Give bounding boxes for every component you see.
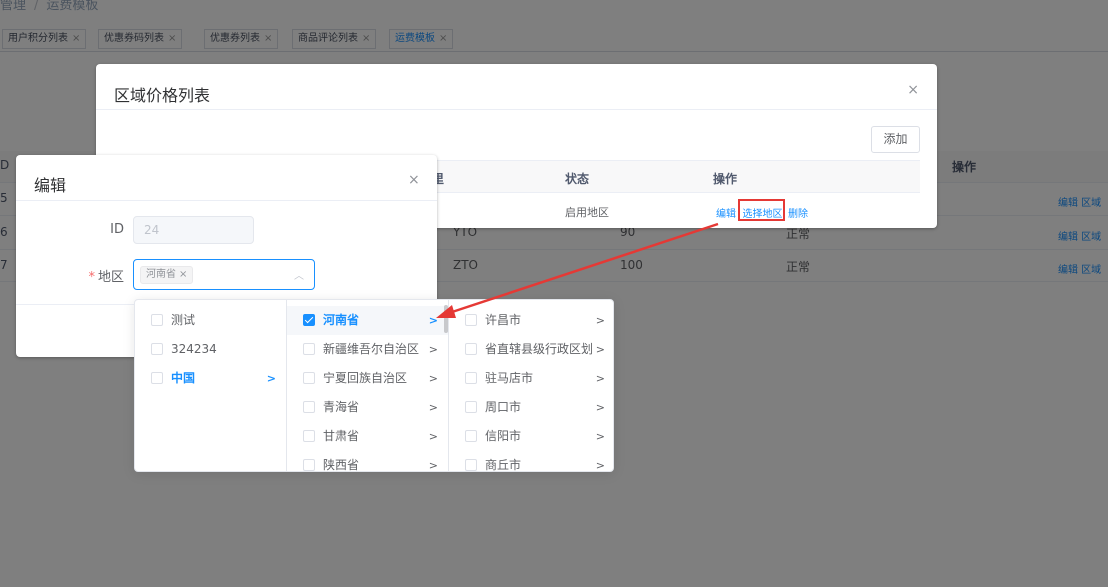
cell-status: 启用地区 bbox=[565, 206, 609, 219]
cascader-option[interactable]: 测试 bbox=[135, 306, 286, 335]
selected-region-tag: 河南省 × bbox=[140, 266, 194, 284]
option-label: 宁夏回族自治区 bbox=[323, 371, 408, 385]
checkbox[interactable] bbox=[151, 314, 163, 326]
cascader-menu-level1: 测试 324234 中国 > bbox=[135, 300, 287, 471]
cascader-option[interactable]: 许昌市 > bbox=[449, 306, 613, 335]
region-label-text: 地区 bbox=[97, 270, 124, 285]
chevron-right-icon: > bbox=[595, 372, 605, 385]
checkbox[interactable] bbox=[303, 372, 315, 384]
chevron-right-icon: > bbox=[428, 401, 438, 414]
cascader-menu-level2: 河南省 > 新疆维吾尔自治区 > 宁夏回族自治区 > 青海省 > 甘肃省 > 陕西省 > bbox=[287, 300, 449, 472]
checkbox[interactable] bbox=[303, 459, 315, 471]
chevron-right-icon: > bbox=[266, 372, 276, 385]
dialog-title: 区域价格列表 bbox=[114, 86, 211, 105]
cascader-option[interactable]: 信阳市 > bbox=[449, 422, 613, 451]
column-header-status: 状态 bbox=[565, 172, 590, 186]
close-icon[interactable]: × bbox=[179, 269, 187, 280]
checkbox[interactable] bbox=[465, 314, 477, 326]
cascader-option[interactable]: 省直辖县级行政区划 > bbox=[449, 335, 613, 364]
dialog-title: 编辑 bbox=[34, 176, 67, 195]
checkbox[interactable] bbox=[303, 401, 315, 413]
add-button[interactable]: 添加 bbox=[871, 126, 920, 153]
annotation-highlight-box bbox=[738, 199, 785, 221]
option-label: 许昌市 bbox=[485, 313, 522, 327]
checkbox[interactable] bbox=[151, 372, 163, 384]
option-label: 青海省 bbox=[323, 400, 360, 414]
cascader-option[interactable]: 宁夏回族自治区 > bbox=[287, 364, 448, 393]
option-label: 新疆维吾尔自治区 bbox=[323, 342, 420, 356]
cascader-option[interactable]: 驻马店市 > bbox=[449, 364, 613, 393]
option-label: 中国 bbox=[171, 371, 196, 385]
region-label: * 地区 bbox=[64, 266, 124, 285]
checkbox[interactable] bbox=[465, 372, 477, 384]
checkbox[interactable] bbox=[465, 401, 477, 413]
chevron-right-icon: > bbox=[428, 372, 438, 385]
chevron-right-icon: > bbox=[595, 343, 605, 356]
option-label: 信阳市 bbox=[485, 429, 522, 443]
cascader-option[interactable]: 陕西省 > bbox=[287, 451, 448, 472]
checkbox-checked[interactable] bbox=[303, 314, 315, 326]
chevron-up-icon[interactable]: ︿ bbox=[294, 267, 304, 282]
cascader-menu-level3: 许昌市 > 省直辖县级行政区划 > 驻马店市 > 周口市 > 信阳市 > 商丘市 > bbox=[449, 300, 613, 472]
cascader-option[interactable]: 周口市 > bbox=[449, 393, 613, 422]
checkbox[interactable] bbox=[151, 343, 163, 355]
option-label: 周口市 bbox=[485, 400, 522, 414]
divider bbox=[96, 109, 937, 110]
checkbox[interactable] bbox=[465, 343, 477, 355]
option-label: 324234 bbox=[171, 342, 217, 356]
cascader-option[interactable]: 商丘市 > bbox=[449, 451, 613, 472]
checkbox[interactable] bbox=[465, 459, 477, 471]
cascader-option[interactable]: 新疆维吾尔自治区 > bbox=[287, 335, 448, 364]
chevron-right-icon: > bbox=[428, 459, 438, 472]
chevron-right-icon: > bbox=[428, 314, 438, 327]
tag-label: 河南省 bbox=[146, 269, 176, 280]
id-label: ID bbox=[110, 222, 124, 237]
cascader-dropdown: 测试 324234 中国 > 河南省 > 新疆维吾尔自治区 > 宁夏回族自治区 > 青海… bbox=[134, 299, 614, 472]
chevron-right-icon: > bbox=[428, 430, 438, 443]
chevron-right-icon: > bbox=[595, 314, 605, 327]
column-header-ops: 操作 bbox=[713, 172, 738, 186]
option-label: 测试 bbox=[171, 313, 196, 327]
checkbox[interactable] bbox=[303, 430, 315, 442]
close-icon[interactable]: × bbox=[408, 172, 420, 188]
scrollbar[interactable] bbox=[444, 305, 448, 333]
cascader-option-henan[interactable]: 河南省 > bbox=[287, 306, 448, 335]
cascader-option[interactable]: 324234 bbox=[135, 335, 286, 364]
checkbox[interactable] bbox=[465, 430, 477, 442]
option-label: 驻马店市 bbox=[485, 371, 534, 385]
option-label: 河南省 bbox=[323, 313, 360, 327]
cascader-option[interactable]: 甘肃省 > bbox=[287, 422, 448, 451]
option-label: 陕西省 bbox=[323, 458, 360, 472]
edit-link[interactable]: 编辑 bbox=[716, 209, 736, 220]
cascader-option[interactable]: 青海省 > bbox=[287, 393, 448, 422]
chevron-right-icon: > bbox=[595, 459, 605, 472]
chevron-right-icon: > bbox=[428, 343, 438, 356]
region-cascader-input[interactable]: 河南省 × ︿ bbox=[133, 259, 315, 290]
option-label: 省直辖县级行政区划 bbox=[485, 342, 594, 356]
chevron-right-icon: > bbox=[595, 430, 605, 443]
id-input bbox=[133, 216, 254, 244]
required-mark: * bbox=[88, 270, 95, 285]
divider bbox=[16, 200, 437, 201]
cascader-option-china[interactable]: 中国 > bbox=[135, 364, 286, 393]
option-label: 商丘市 bbox=[485, 458, 522, 472]
option-label: 甘肃省 bbox=[323, 429, 360, 443]
chevron-right-icon: > bbox=[595, 401, 605, 414]
delete-link[interactable]: 删除 bbox=[788, 209, 808, 220]
close-icon[interactable]: × bbox=[907, 82, 919, 98]
checkbox[interactable] bbox=[303, 343, 315, 355]
